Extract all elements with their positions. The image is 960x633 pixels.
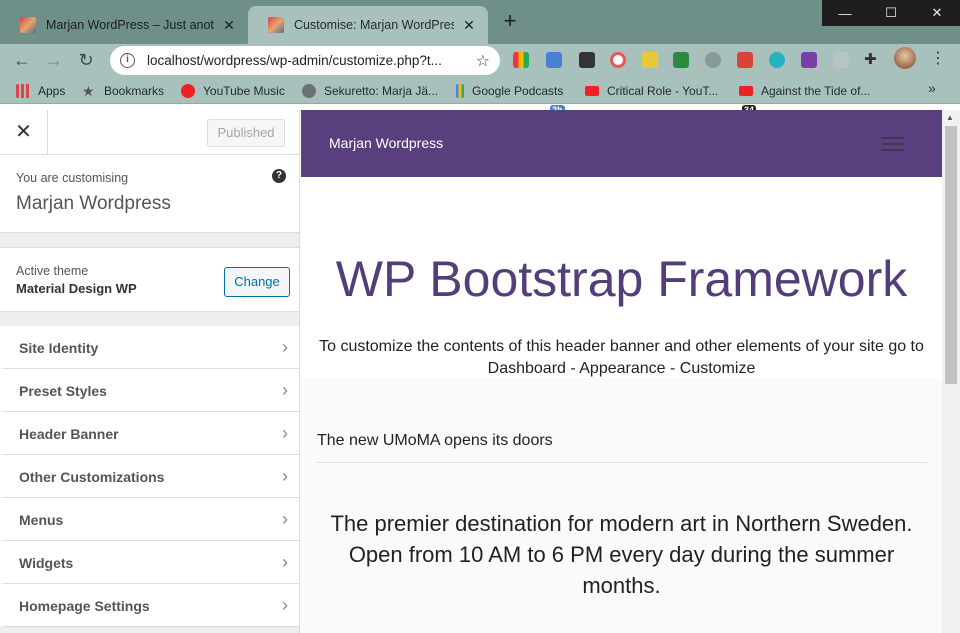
chevron-right-icon: ›: [282, 337, 288, 357]
section-menus[interactable]: Menus ›: [0, 498, 299, 541]
customizer-sections: Site Identity › Preset Styles › Header B…: [0, 326, 299, 627]
section-other-customizations[interactable]: Other Customizations ›: [0, 455, 299, 498]
site-favicon-icon: [268, 17, 284, 33]
site-favicon-icon: [20, 17, 36, 33]
check-extension-icon[interactable]: [673, 52, 689, 68]
section-widgets[interactable]: Widgets ›: [0, 541, 299, 584]
site-title: Marjan Wordpress: [16, 193, 171, 214]
back-arrow-icon[interactable]: ←: [10, 48, 34, 72]
bookmark-critical-role[interactable]: Critical Role - YouT...: [585, 82, 718, 99]
chevron-right-icon: ›: [282, 423, 288, 443]
close-window-button[interactable]: ✕: [914, 0, 960, 26]
section-label: Menus: [19, 512, 64, 528]
apps-grid-icon: [16, 83, 30, 98]
google-podcasts-icon: [456, 83, 464, 98]
customizer-info: You are customising Marjan Wordpress ?: [0, 155, 299, 233]
onenote-extension-icon[interactable]: [801, 52, 817, 68]
section-label: Widgets: [19, 555, 74, 571]
tab-title: Customise: Marjan WordPress – J: [294, 18, 454, 32]
section-label: Homepage Settings: [19, 598, 150, 614]
active-theme-panel: Active theme Material Design WP Change: [0, 247, 299, 312]
post-heading[interactable]: The new UMoMA opens its doors: [317, 432, 553, 450]
bookmark-sekuretto[interactable]: Sekuretto: Marja Jä...: [302, 82, 438, 99]
tab-close-icon[interactable]: ✕: [220, 17, 238, 34]
help-icon[interactable]: ?: [272, 169, 286, 183]
published-button[interactable]: Published: [207, 119, 285, 147]
tab-title: Marjan WordPress – Just another: [46, 18, 214, 32]
calendar-extension-icon[interactable]: [546, 52, 562, 68]
todoist-extension-icon[interactable]: [737, 52, 753, 68]
chevron-right-icon: ›: [282, 509, 288, 529]
profile-avatar[interactable]: [894, 47, 916, 69]
minimize-button[interactable]: —: [822, 0, 868, 26]
section-site-identity[interactable]: Site Identity ›: [0, 326, 299, 369]
new-tab-button[interactable]: +: [498, 10, 522, 34]
section-label: Header Banner: [19, 426, 119, 442]
extensions-puzzle-icon[interactable]: ✚: [864, 52, 880, 68]
browser-tab-strip: Marjan WordPress – Just another ✕ Custom…: [0, 0, 960, 44]
star-icon: ★: [82, 82, 95, 99]
site-brand-link[interactable]: Marjan Wordpress: [329, 135, 443, 151]
browser-menu-icon[interactable]: ⋮: [930, 49, 946, 69]
site-navbar: Marjan Wordpress: [301, 110, 942, 177]
tab-marjan-wordpress[interactable]: Marjan WordPress – Just another ✕: [0, 6, 248, 44]
banner-subtitle: To customize the contents of this header…: [319, 338, 924, 377]
section-preset-styles[interactable]: Preset Styles ›: [0, 369, 299, 412]
bookmark-star-icon[interactable]: ☆: [476, 51, 490, 71]
forward-arrow-icon[interactable]: →: [42, 48, 66, 72]
bookmark-apps[interactable]: Apps: [16, 82, 65, 99]
tab-close-icon[interactable]: ✕: [460, 17, 478, 34]
bookmark-google-podcasts[interactable]: Google Podcasts: [456, 82, 563, 99]
bookmark-bookmarks[interactable]: ★ Bookmarks: [82, 82, 164, 99]
reload-icon[interactable]: ↻: [74, 48, 98, 72]
maximize-button[interactable]: ☐: [868, 0, 914, 26]
globe-icon: [302, 83, 316, 98]
post-description: The premier destination for modern art i…: [330, 511, 913, 598]
bookmarks-bar: Apps ★ Bookmarks YouTube Music Sekuretto…: [0, 77, 960, 104]
site-preview: Marjan Wordpress WP Bootstrap Framework …: [301, 110, 960, 633]
bookmark-youtube-music[interactable]: YouTube Music: [181, 82, 285, 99]
keep-extension-icon[interactable]: [579, 52, 595, 68]
section-label: Preset Styles: [19, 383, 107, 399]
youtube-icon: [739, 85, 753, 96]
active-theme-label: Active theme: [16, 264, 89, 278]
url-text[interactable]: localhost/wordpress/wp-admin/customize.p…: [147, 53, 468, 68]
youtube-icon: [585, 85, 599, 96]
site-info-icon[interactable]: i: [120, 53, 135, 68]
extension-icon[interactable]: [769, 52, 785, 68]
tab-customise[interactable]: Customise: Marjan WordPress – J ✕: [248, 6, 488, 44]
hamburger-menu-icon[interactable]: [882, 137, 904, 151]
change-theme-button[interactable]: Change: [224, 267, 290, 297]
divider: [317, 462, 927, 463]
chevron-right-icon: ›: [282, 380, 288, 400]
banner-title: WP Bootstrap Framework: [335, 251, 908, 307]
more-bookmarks-icon[interactable]: »: [928, 80, 936, 96]
drive-extension-icon[interactable]: [705, 52, 721, 68]
theme-name: Material Design WP: [16, 281, 137, 296]
chevron-right-icon: ›: [282, 595, 288, 615]
extension-icon[interactable]: [642, 52, 658, 68]
section-header-banner[interactable]: Header Banner ›: [0, 412, 299, 455]
customizer-sidebar: ✕ Published You are customising Marjan W…: [0, 110, 300, 633]
customizer-header: ✕ Published: [0, 110, 299, 155]
scrollbar-thumb[interactable]: [945, 126, 957, 384]
close-customizer-button[interactable]: ✕: [0, 110, 48, 155]
customising-label: You are customising: [16, 171, 129, 185]
scroll-up-icon[interactable]: ▲: [946, 113, 954, 122]
shield-extension-icon[interactable]: [833, 52, 849, 68]
youtube-music-icon: [181, 83, 195, 98]
chevron-right-icon: ›: [282, 552, 288, 572]
bookmark-against-the-tide[interactable]: Against the Tide of...: [739, 82, 870, 99]
extension-icon[interactable]: [513, 52, 529, 68]
section-label: Other Customizations: [19, 469, 165, 485]
browser-toolbar: ← → ↻ i localhost/wordpress/wp-admin/cus…: [0, 44, 960, 116]
section-homepage-settings[interactable]: Homepage Settings ›: [0, 584, 299, 627]
address-bar[interactable]: i localhost/wordpress/wp-admin/customize…: [110, 46, 500, 75]
record-extension-icon[interactable]: [610, 52, 626, 68]
section-label: Site Identity: [19, 340, 99, 356]
chevron-right-icon: ›: [282, 466, 288, 486]
